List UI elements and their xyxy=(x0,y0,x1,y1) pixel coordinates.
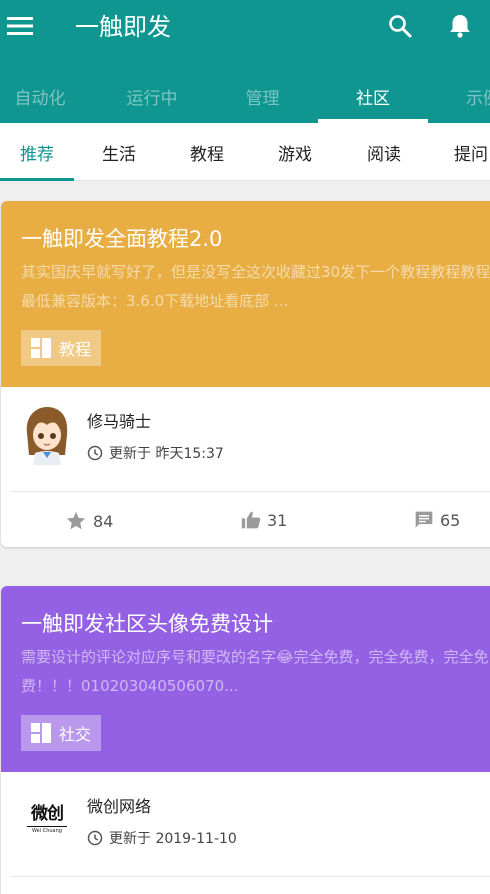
post-tag[interactable]: 社交 xyxy=(21,715,102,751)
menu-icon[interactable] xyxy=(6,12,34,40)
post-author[interactable]: 微创 Wei Chuang 微创网络 更新于 2019-11-10 xyxy=(1,772,490,876)
post-excerpt: 其实国庆早就写好了，但是没写全这次收藏过30发下一个教程教程教程最低兼容版本：3… xyxy=(21,263,490,310)
tab-manage[interactable]: 管理 xyxy=(207,70,318,123)
app-title: 一触即发 xyxy=(75,13,171,41)
thumbs-up-icon xyxy=(241,511,261,529)
post-title: 一触即发全面教程2.0 xyxy=(21,227,223,251)
grid-icon xyxy=(31,338,51,358)
tab-running[interactable]: 运行中 xyxy=(97,70,207,123)
post-author[interactable]: 修马骑士 更新于 昨天15:37 xyxy=(1,387,490,491)
star-count: 84 xyxy=(93,511,114,531)
author-name: 微创网络 xyxy=(87,797,152,816)
comment-stat[interactable]: 65 xyxy=(414,510,460,530)
post-tag-label: 社交 xyxy=(59,725,92,744)
updated-time: 更新于 昨天15:37 xyxy=(87,443,224,463)
category-recommended[interactable]: 推荐 xyxy=(0,123,74,181)
like-stat[interactable]: 31 xyxy=(241,510,287,530)
card-divider xyxy=(11,491,490,492)
post-header[interactable]: 一触即发全面教程2.0 其实国庆早就写好了，但是没写全这次收藏过30发下一个教程… xyxy=(1,201,490,387)
app-bar: 一触即发 自动化 运行中 管理 社区 示例 xyxy=(0,0,490,123)
avatar[interactable]: 微创 Wei Chuang xyxy=(21,790,73,850)
active-category-indicator xyxy=(0,178,74,181)
star-stat[interactable]: 84 xyxy=(65,510,113,532)
post-header[interactable]: 一触即发社区头像免费设计 需要设计的评论对应序号和要改的名字😂完全免费，完全免费… xyxy=(1,586,490,772)
post-card[interactable]: 一触即发社区头像免费设计 需要设计的评论对应序号和要改的名字😂完全免费，完全免费… xyxy=(1,586,490,894)
like-count: 31 xyxy=(267,510,288,530)
category-questions[interactable]: 提问 xyxy=(454,123,490,181)
post-tag[interactable]: 教程 xyxy=(21,330,102,366)
post-title: 一触即发社区头像免费设计 xyxy=(21,612,273,636)
category-tutorial[interactable]: 教程 xyxy=(177,123,237,181)
top-tab-bar: 自动化 运行中 管理 社区 示例 xyxy=(0,70,490,123)
category-life[interactable]: 生活 xyxy=(89,123,149,181)
star-icon xyxy=(66,511,86,530)
weichuang-logo: 微创 Wei Chuang xyxy=(21,804,73,835)
post-card[interactable]: 一触即发全面教程2.0 其实国庆早就写好了，但是没写全这次收藏过30发下一个教程… xyxy=(1,201,490,547)
comment-count: 65 xyxy=(440,510,461,530)
tab-examples[interactable]: 示例 xyxy=(466,70,490,123)
card-divider xyxy=(11,876,490,877)
clock-icon xyxy=(87,445,103,461)
comment-icon xyxy=(415,511,433,528)
avatar[interactable] xyxy=(21,405,73,465)
search-icon[interactable] xyxy=(386,12,414,40)
updated-time: 更新于 2019-11-10 xyxy=(87,828,237,848)
updated-text: 更新于 2019-11-10 xyxy=(109,831,237,847)
category-games[interactable]: 游戏 xyxy=(265,123,325,181)
author-name: 修马骑士 xyxy=(87,412,152,431)
clock-icon xyxy=(87,830,103,846)
tab-automation[interactable]: 自动化 xyxy=(0,70,80,123)
updated-text: 更新于 昨天15:37 xyxy=(109,446,224,462)
post-tag-label: 教程 xyxy=(59,340,92,359)
category-tab-bar: 推荐 生活 教程 游戏 阅读 提问 xyxy=(0,123,490,181)
post-excerpt: 需要设计的评论对应序号和要改的名字😂完全免费，完全免费，完全免费！！！01020… xyxy=(21,648,489,695)
category-reading[interactable]: 阅读 xyxy=(354,123,414,181)
grid-icon xyxy=(31,723,51,743)
notification-bell-icon[interactable] xyxy=(446,12,474,40)
tab-community[interactable]: 社区 xyxy=(318,70,428,123)
